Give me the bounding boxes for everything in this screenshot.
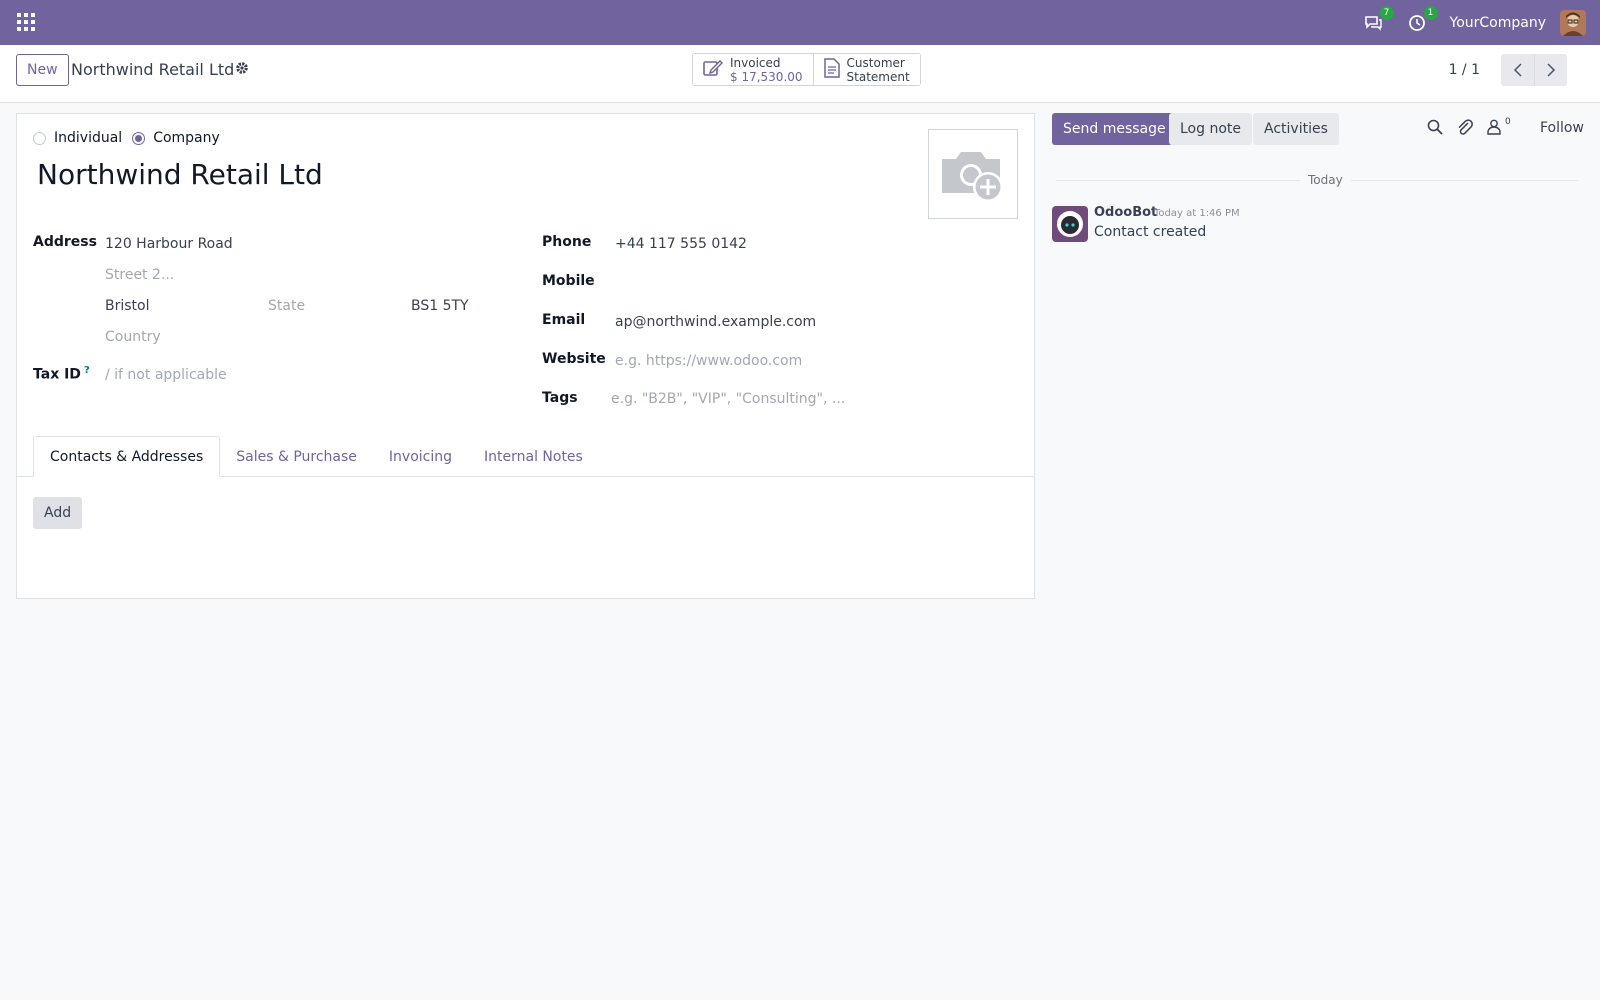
invoiced-smart-button[interactable]: Invoiced $ 17,530.00 xyxy=(693,54,813,85)
tab-internal-notes[interactable]: Internal Notes xyxy=(468,436,599,477)
website-label: Website xyxy=(542,351,606,367)
camera-plus-icon xyxy=(942,152,1003,202)
image-upload[interactable] xyxy=(928,129,1018,219)
statement-label-line2: Statement xyxy=(846,69,910,84)
email-field[interactable]: ap@northwind.example.com xyxy=(615,314,816,330)
tags-field[interactable]: e.g. "B2B", "VIP", "Consulting", ... xyxy=(611,391,845,407)
add-contact-button[interactable]: Add xyxy=(33,497,83,529)
tax-id-field[interactable]: / if not applicable xyxy=(105,367,227,383)
tab-contacts-addresses[interactable]: Contacts & Addresses xyxy=(33,436,221,477)
followers-user-icon[interactable] xyxy=(1487,119,1501,139)
breadcrumb-title: Northwind Retail Ltd xyxy=(71,60,235,79)
invoiced-value: $ 17,530.00 xyxy=(730,69,803,84)
company-type-selector: Individual Company xyxy=(33,130,230,146)
address-label: Address xyxy=(33,234,97,250)
pencil-square-icon xyxy=(703,59,723,81)
radio-individual[interactable] xyxy=(33,131,46,145)
pager-previous-button[interactable] xyxy=(1501,54,1534,86)
zip-field[interactable]: BS1 5TY xyxy=(411,298,469,314)
tags-label: Tags xyxy=(542,390,578,406)
company-switcher[interactable]: YourCompany xyxy=(1450,15,1547,31)
smart-buttons: Invoiced $ 17,530.00 Customer Statement xyxy=(692,53,921,86)
pager-value[interactable]: 1 / 1 xyxy=(1449,62,1480,78)
radio-company[interactable] xyxy=(132,131,146,145)
send-message-button[interactable]: Send message xyxy=(1052,113,1177,145)
chevron-left-icon xyxy=(1513,63,1522,77)
pager-next-button[interactable] xyxy=(1534,54,1567,86)
country-field[interactable]: Country xyxy=(105,329,161,345)
tax-id-label: Tax ID? xyxy=(33,365,90,383)
tab-sales-purchase[interactable]: Sales & Purchase xyxy=(220,436,373,477)
phone-label: Phone xyxy=(542,234,592,250)
message-date: Today at 1:46 PM xyxy=(1154,208,1240,219)
activity-badge: 1 xyxy=(1423,5,1438,20)
street2-field[interactable]: Street 2... xyxy=(105,267,174,283)
log-note-button[interactable]: Log note xyxy=(1169,113,1252,145)
email-label: Email xyxy=(542,312,586,328)
user-avatar[interactable] xyxy=(1560,9,1586,36)
control-panel: New Northwind Retail Ltd Invoiced $ 17,5… xyxy=(0,45,1600,103)
street-field[interactable]: 120 Harbour Road xyxy=(105,236,233,252)
day-separator-label: Today xyxy=(1300,173,1351,187)
mobile-label: Mobile xyxy=(542,273,595,289)
statement-label-line1: Customer xyxy=(846,55,905,70)
message-body: Contact created xyxy=(1094,224,1207,240)
messaging-badge: 7 xyxy=(1379,5,1394,20)
state-field[interactable]: State xyxy=(268,298,305,314)
activity-clock-icon[interactable]: 1 xyxy=(1406,5,1438,34)
search-icon[interactable] xyxy=(1427,119,1443,139)
website-field[interactable]: e.g. https://www.odoo.com xyxy=(615,353,802,369)
notebook-tabs: Contacts & Addresses Sales & Purchase In… xyxy=(33,436,599,477)
chevron-right-icon xyxy=(1547,63,1556,77)
tab-invoicing[interactable]: Invoicing xyxy=(373,436,468,477)
follow-button[interactable]: Follow xyxy=(1540,120,1584,136)
company-label[interactable]: Company xyxy=(153,130,220,146)
navbar-systray: 7 1 YourCompany xyxy=(1362,0,1586,45)
new-button[interactable]: New xyxy=(16,54,69,86)
partner-name-field[interactable]: Northwind Retail Ltd xyxy=(37,158,323,191)
individual-label[interactable]: Individual xyxy=(54,130,122,146)
customer-statement-button[interactable]: Customer Statement xyxy=(812,54,920,85)
document-icon xyxy=(823,57,840,82)
activities-button[interactable]: Activities xyxy=(1253,113,1339,145)
top-navbar: 7 1 YourCompany xyxy=(0,0,1600,45)
paperclip-icon[interactable] xyxy=(1457,119,1473,141)
city-field[interactable]: Bristol xyxy=(105,298,150,314)
phone-field[interactable]: +44 117 555 0142 xyxy=(615,236,747,252)
invoiced-label: Invoiced xyxy=(730,55,781,70)
odoobot-avatar xyxy=(1052,206,1088,242)
tax-id-label-text: Tax ID xyxy=(33,366,81,383)
message-author[interactable]: OdooBot xyxy=(1094,205,1157,220)
followers-count: 0 xyxy=(1505,117,1511,127)
messaging-icon[interactable]: 7 xyxy=(1362,5,1394,34)
gear-icon[interactable] xyxy=(235,61,249,79)
form-sheet: Individual Company Northwind Retail Ltd … xyxy=(16,113,1035,599)
app-menu-icon[interactable] xyxy=(17,13,35,31)
help-tooltip-icon[interactable]: ? xyxy=(84,365,90,376)
